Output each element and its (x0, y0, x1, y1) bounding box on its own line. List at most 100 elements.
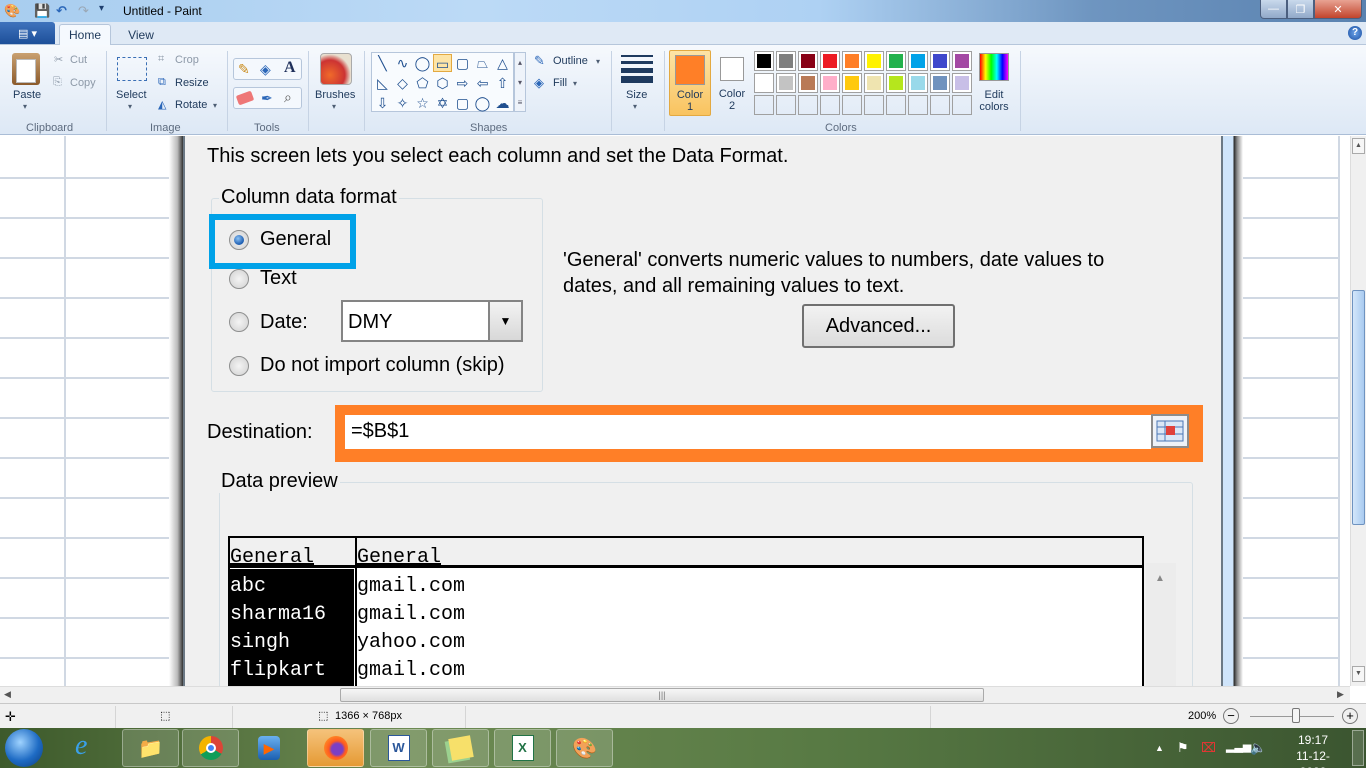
range-select-icon[interactable] (1151, 414, 1189, 448)
diamond-shape-icon[interactable]: ◇ (393, 74, 412, 92)
palette-swatch[interactable] (886, 51, 906, 71)
palette-empty-slot[interactable] (776, 95, 796, 115)
radio-date-label[interactable]: Date: (260, 311, 308, 334)
palette-swatch[interactable] (952, 73, 972, 93)
edit-colors-button[interactable]: Edit colors (977, 89, 1011, 113)
oval-shape-icon[interactable]: ◯ (413, 54, 432, 72)
show-hidden-icons[interactable]: ▲ (1155, 743, 1164, 753)
paint-app-icon[interactable]: 🎨 (4, 3, 20, 19)
size-icon[interactable] (621, 55, 653, 83)
fill-dropdown-icon[interactable]: ▾ (573, 79, 577, 88)
down-arrow-shape-icon[interactable]: ⇩ (373, 94, 392, 112)
paste-button[interactable]: Paste (13, 89, 41, 101)
palette-empty-slot[interactable] (908, 95, 928, 115)
palette-swatch[interactable] (886, 73, 906, 93)
right-arrow-shape-icon[interactable]: ⇨ (453, 74, 472, 92)
palette-swatch[interactable] (908, 73, 928, 93)
pentagon-shape-icon[interactable]: ⬠ (413, 74, 432, 92)
copy-button[interactable]: Copy (70, 77, 96, 89)
line-shape-icon[interactable]: ╲ (373, 54, 392, 72)
undo-icon[interactable]: ↶ (56, 3, 67, 19)
scroll-down-icon[interactable]: ▼ (1352, 666, 1365, 682)
media-player-icon[interactable]: ▶ (258, 736, 280, 760)
vertical-scrollbar[interactable]: ▲ ▼ (1350, 136, 1366, 686)
rectangle-shape-icon[interactable]: ▭ (433, 54, 452, 72)
polygon-shape-icon[interactable]: ⏢ (473, 54, 492, 72)
taskbar-firefox[interactable] (307, 729, 364, 767)
radio-skip[interactable] (229, 356, 249, 376)
zoom-out-button[interactable]: − (1223, 708, 1239, 724)
radio-text[interactable] (229, 269, 249, 289)
pencil-icon[interactable]: ✎ (238, 61, 250, 78)
select-button[interactable]: Select (116, 89, 147, 101)
palette-empty-slot[interactable] (864, 95, 884, 115)
four-point-star-shape-icon[interactable]: ✧ (393, 94, 412, 112)
palette-swatch[interactable] (842, 73, 862, 93)
palette-swatch[interactable] (952, 51, 972, 71)
power-status-icon[interactable]: ⌧ (1201, 740, 1216, 756)
select-dropdown-icon[interactable]: ▾ (128, 102, 132, 111)
rotate-dropdown-icon[interactable]: ▾ (213, 101, 217, 110)
destination-input[interactable]: =$B$1 (345, 415, 1151, 449)
palette-swatch[interactable] (798, 73, 818, 93)
size-button[interactable]: Size (626, 89, 647, 101)
resize-button[interactable]: Resize (175, 77, 209, 89)
close-button[interactable]: ✕ (1314, 0, 1362, 19)
palette-swatch[interactable] (776, 73, 796, 93)
size-dropdown-icon[interactable]: ▾ (633, 102, 637, 111)
palette-swatch[interactable] (908, 51, 928, 71)
preview-scrollbar[interactable]: ▲ (1146, 563, 1176, 687)
save-icon[interactable]: 💾 (34, 3, 50, 19)
palette-empty-slot[interactable] (754, 95, 774, 115)
advanced-button[interactable]: Advanced... (802, 304, 955, 348)
triangle-shape-icon[interactable]: △ (493, 54, 512, 72)
brushes-icon[interactable] (320, 53, 352, 85)
tab-view[interactable]: View (118, 24, 164, 45)
rotate-button[interactable]: Rotate (175, 99, 207, 111)
date-format-select[interactable]: DMY ▼ (341, 300, 523, 342)
color1-selector[interactable]: Color 1 (669, 50, 711, 116)
up-arrow-shape-icon[interactable]: ⇧ (493, 74, 512, 92)
paste-dropdown-icon[interactable]: ▾ (23, 102, 27, 111)
right-triangle-shape-icon[interactable]: ◺ (373, 74, 392, 92)
select-icon[interactable] (117, 57, 147, 81)
five-point-star-shape-icon[interactable]: ☆ (413, 94, 432, 112)
horizontal-scroll-thumb[interactable]: ||| (340, 688, 984, 702)
palette-empty-slot[interactable] (820, 95, 840, 115)
help-icon[interactable]: ? (1348, 26, 1362, 40)
scroll-up-icon[interactable]: ▲ (1352, 138, 1365, 154)
vertical-scroll-thumb[interactable] (1352, 290, 1365, 525)
magnifier-icon[interactable]: ⌕ (284, 89, 292, 106)
left-arrow-shape-icon[interactable]: ⇦ (473, 74, 492, 92)
paste-icon[interactable] (12, 53, 40, 85)
palette-swatch[interactable] (842, 51, 862, 71)
palette-swatch[interactable] (754, 51, 774, 71)
radio-skip-label[interactable]: Do not import column (skip) (260, 354, 505, 377)
minimize-button[interactable]: — (1260, 0, 1287, 19)
redo-icon[interactable]: ↷ (78, 3, 89, 19)
fill-bucket-icon[interactable]: ◈ (260, 61, 271, 78)
taskbar-file-explorer[interactable]: 📁 (122, 729, 179, 767)
rounded-callout-shape-icon[interactable]: ▢ (453, 94, 472, 112)
taskbar-word[interactable]: W (370, 729, 427, 767)
network-signal-icon[interactable]: ▂▃▅ (1226, 740, 1251, 753)
color2-selector[interactable]: Color 2 (713, 50, 751, 116)
taskbar-chrome[interactable] (182, 729, 239, 767)
taskbar-excel[interactable]: X (494, 729, 551, 767)
app-menu-button[interactable]: ▤ ▾ (0, 22, 55, 44)
preview-header-col1[interactable]: General (230, 546, 314, 569)
oval-callout-shape-icon[interactable]: ◯ (473, 94, 492, 112)
preview-header-col2[interactable]: General (357, 546, 441, 569)
crop-button[interactable]: Crop (175, 54, 199, 66)
outline-dropdown-icon[interactable]: ▾ (596, 57, 600, 66)
fill-button[interactable]: Fill (553, 77, 567, 89)
start-button[interactable] (5, 729, 43, 767)
radio-text-label[interactable]: Text (260, 267, 297, 290)
chevron-down-icon[interactable]: ▼ (488, 302, 521, 340)
show-desktop-button[interactable] (1352, 730, 1364, 766)
customize-dropdown-icon[interactable]: ▾ (99, 3, 104, 14)
volume-icon[interactable]: 🔈 (1250, 740, 1266, 756)
eraser-icon[interactable] (235, 90, 255, 106)
palette-swatch[interactable] (798, 51, 818, 71)
action-center-flag-icon[interactable]: ⚑ (1177, 740, 1189, 756)
